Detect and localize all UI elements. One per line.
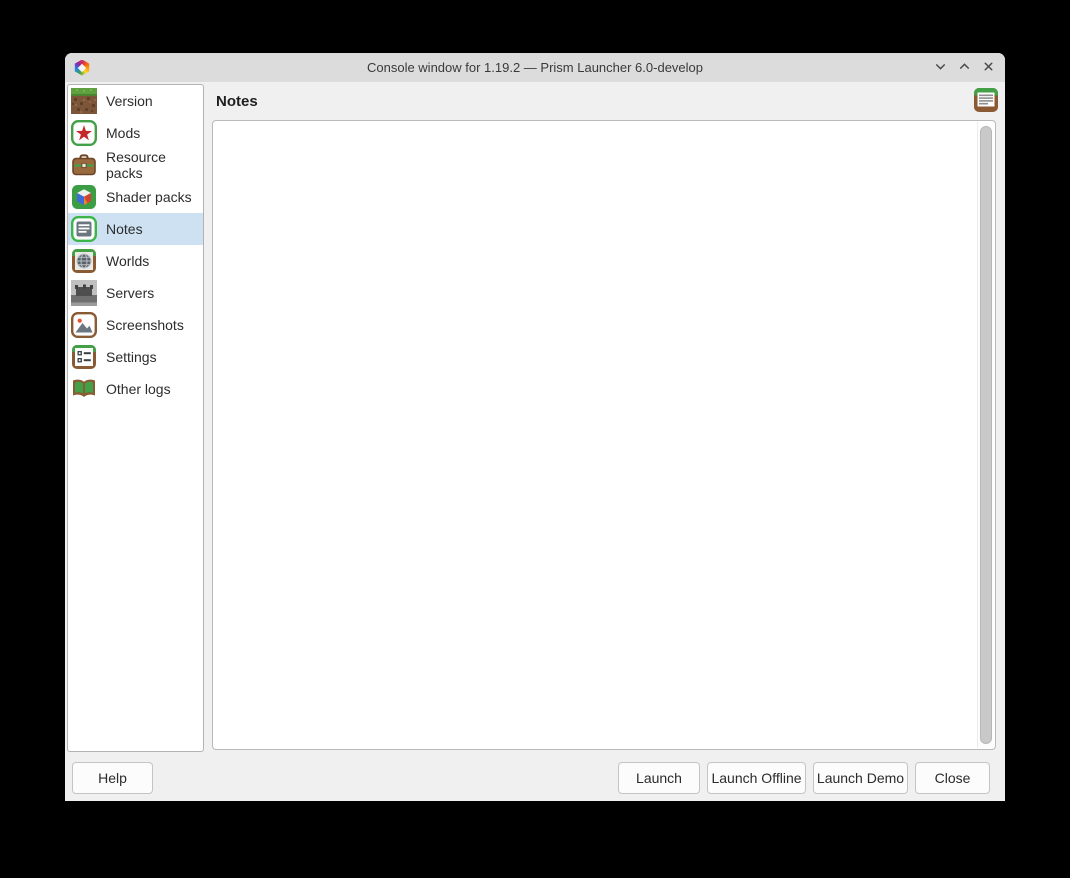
- launch-offline-button[interactable]: Launch Offline: [707, 762, 806, 794]
- sidebar-item-notes[interactable]: Notes: [68, 213, 203, 245]
- sidebar-item-servers[interactable]: Servers: [68, 277, 203, 309]
- app-window: Console window for 1.19.2 — Prism Launch…: [65, 53, 1005, 801]
- notes-editor: [212, 120, 996, 750]
- checklist-icon: [71, 344, 97, 370]
- notes-scrollbar[interactable]: [977, 122, 994, 748]
- launch-button[interactable]: Launch: [618, 762, 700, 794]
- grass-block-icon: [71, 88, 97, 114]
- sidebar-item-other-logs[interactable]: Other logs: [68, 373, 203, 405]
- note-icon: [71, 216, 97, 242]
- star-icon: [71, 120, 97, 146]
- close-icon: [982, 60, 995, 76]
- notes-page-icon-button[interactable]: [973, 87, 999, 113]
- sidebar-item-settings[interactable]: Settings: [68, 341, 203, 373]
- chevron-down-icon: [934, 60, 947, 76]
- sidebar-item-version[interactable]: Version: [68, 85, 203, 117]
- page-title: Notes: [216, 93, 258, 110]
- notes-scrollbar-thumb[interactable]: [980, 126, 992, 744]
- close-window-button[interactable]: [979, 59, 997, 77]
- sidebar-item-screenshots[interactable]: Screenshots: [68, 309, 203, 341]
- notes-textarea[interactable]: [213, 121, 995, 749]
- cube-icon: [71, 184, 97, 210]
- sidebar-item-worlds[interactable]: Worlds: [68, 245, 203, 277]
- window-title: Console window for 1.19.2 — Prism Launch…: [65, 60, 1005, 75]
- maximize-button[interactable]: [955, 59, 973, 77]
- sidebar-item-resource-packs[interactable]: Resource packs: [68, 149, 203, 181]
- titlebar[interactable]: Console window for 1.19.2 — Prism Launch…: [65, 53, 1005, 82]
- globe-icon: [71, 248, 97, 274]
- briefcase-icon: [71, 152, 97, 178]
- sidebar-list: Version Mods Resource packs Shader packs…: [67, 84, 204, 752]
- image-icon: [71, 312, 97, 338]
- sidebar-item-shader-packs[interactable]: Shader packs: [68, 181, 203, 213]
- chevron-up-icon: [958, 60, 971, 76]
- prism-launcher-logo-icon: [74, 60, 90, 76]
- minimize-button[interactable]: [931, 59, 949, 77]
- notepad-icon: [973, 101, 999, 116]
- launch-demo-button[interactable]: Launch Demo: [813, 762, 908, 794]
- help-button[interactable]: Help: [72, 762, 153, 794]
- close-button[interactable]: Close: [915, 762, 990, 794]
- server-photo-icon: [71, 280, 97, 306]
- open-book-icon: [71, 376, 97, 402]
- window-controls: [931, 59, 1005, 77]
- sidebar-item-mods[interactable]: Mods: [68, 117, 203, 149]
